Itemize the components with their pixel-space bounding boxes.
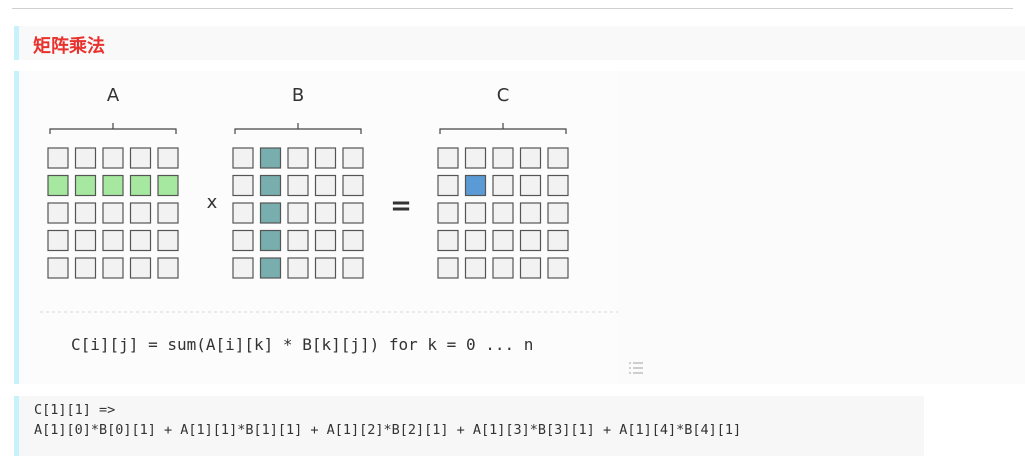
matrix-cell bbox=[287, 147, 309, 169]
matrix-cell bbox=[47, 147, 69, 169]
matrix-label-b: B bbox=[292, 85, 304, 106]
list-icon[interactable] bbox=[628, 361, 644, 375]
matrix-cell bbox=[464, 147, 487, 169]
matrix-cell bbox=[259, 174, 282, 197]
matrix-brace-a bbox=[49, 123, 177, 134]
code-block: C[1][1] => A[1][0]*B[0][1] + A[1][1]*B[1… bbox=[14, 396, 924, 456]
matrix-cell bbox=[314, 174, 337, 197]
matrix-cell bbox=[232, 229, 254, 252]
matrix-cell bbox=[519, 174, 542, 197]
matrix-cell bbox=[342, 202, 364, 224]
matrix-cell bbox=[437, 257, 459, 279]
matrix-cell bbox=[464, 202, 487, 224]
matrix-cell bbox=[342, 229, 364, 252]
matrix-cell bbox=[157, 257, 179, 279]
matrix-cell bbox=[102, 147, 124, 169]
code-line-2: A[1][0]*B[0][1] + A[1][1]*B[1][1] + A[1]… bbox=[34, 422, 742, 438]
matrix-cell bbox=[74, 257, 97, 279]
matrix-cell bbox=[287, 257, 309, 279]
matrix-cell bbox=[259, 202, 282, 224]
matrix-brace-c bbox=[439, 123, 567, 134]
matrix-figure: A B Cx = C[i][j] = sum(A[i][k] * B[k][j]) f… bbox=[24, 71, 618, 384]
matrix-label-a: A bbox=[107, 85, 120, 106]
matrix-label-c: C bbox=[497, 85, 510, 106]
matrix-cell bbox=[492, 202, 514, 224]
matrix-cell bbox=[519, 147, 542, 169]
matrix-cell bbox=[157, 147, 179, 169]
times-operator: x bbox=[207, 192, 218, 213]
matrix-cell bbox=[157, 202, 179, 224]
matrix-cell bbox=[547, 147, 569, 169]
matrix-cell bbox=[464, 174, 487, 197]
equals-operator: = bbox=[390, 191, 412, 221]
formula-text: C[i][j] = sum(A[i][k] * B[k][j]) for k =… bbox=[71, 335, 534, 354]
matrix-cell bbox=[74, 174, 97, 197]
matrix-cell bbox=[129, 229, 152, 252]
matrix-cell bbox=[259, 229, 282, 252]
matrix-cell bbox=[342, 147, 364, 169]
heading-text: 矩阵乘法 bbox=[33, 36, 105, 57]
matrix-cell bbox=[492, 174, 514, 197]
matrix-cell bbox=[102, 202, 124, 224]
matrix-cell bbox=[102, 174, 124, 197]
matrix-cell bbox=[464, 257, 487, 279]
matrix-cell bbox=[437, 174, 459, 197]
matrix-cell bbox=[547, 229, 569, 252]
matrix-cell bbox=[232, 147, 254, 169]
matrix-cell bbox=[437, 229, 459, 252]
matrix-cell bbox=[129, 174, 152, 197]
matrix-cell bbox=[232, 174, 254, 197]
matrix-diagram: A B Cx = bbox=[47, 85, 569, 279]
matrix-cell bbox=[74, 147, 97, 169]
matrix-cell bbox=[47, 202, 69, 224]
matrix-cell bbox=[492, 147, 514, 169]
matrix-cell bbox=[74, 229, 97, 252]
matrix-cell bbox=[547, 202, 569, 224]
matrix-cell bbox=[102, 229, 124, 252]
matrix-cell bbox=[47, 257, 69, 279]
matrix-cell bbox=[232, 202, 254, 224]
matrix-cell bbox=[314, 229, 337, 252]
matrix-cell bbox=[314, 257, 337, 279]
matrix-cell bbox=[519, 229, 542, 252]
matrix-cell bbox=[314, 147, 337, 169]
matrix-cell bbox=[129, 257, 152, 279]
figure-block: A B Cx = C[i][j] = sum(A[i][k] * B[k][j]) f… bbox=[14, 71, 1025, 384]
matrix-cell bbox=[519, 202, 542, 224]
matrix-cell bbox=[492, 257, 514, 279]
matrix-cell bbox=[102, 257, 124, 279]
matrix-cell bbox=[547, 257, 569, 279]
matrix-cell bbox=[74, 202, 97, 224]
matrix-cell bbox=[547, 174, 569, 197]
matrix-cell bbox=[157, 174, 179, 197]
matrix-cell bbox=[157, 229, 179, 252]
matrix-cell bbox=[259, 147, 282, 169]
matrix-cell bbox=[342, 174, 364, 197]
matrix-cell bbox=[232, 257, 254, 279]
matrix-cell bbox=[129, 147, 152, 169]
section-heading: 矩阵乘法 bbox=[14, 26, 1025, 60]
matrix-cell bbox=[342, 257, 364, 279]
top-divider bbox=[12, 8, 1013, 9]
matrix-cell bbox=[437, 147, 459, 169]
matrix-cell bbox=[129, 202, 152, 224]
matrix-cell bbox=[492, 229, 514, 252]
matrix-cell bbox=[287, 202, 309, 224]
matrix-cell bbox=[314, 202, 337, 224]
matrix-brace-b bbox=[234, 123, 362, 134]
matrix-cell bbox=[437, 202, 459, 224]
matrix-cell bbox=[519, 257, 542, 279]
matrix-cell bbox=[259, 257, 282, 279]
matrix-cell bbox=[47, 229, 69, 252]
code-line-1: C[1][1] => bbox=[34, 402, 116, 418]
matrix-cell bbox=[464, 229, 487, 252]
matrix-cell bbox=[47, 174, 69, 197]
matrix-cell bbox=[287, 174, 309, 197]
matrix-cell bbox=[287, 229, 309, 252]
